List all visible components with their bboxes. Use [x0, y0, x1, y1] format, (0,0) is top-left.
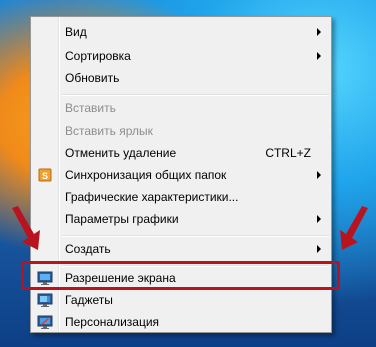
- personalization-icon: [37, 315, 53, 329]
- menu-item-label: Создать: [65, 242, 111, 256]
- submenu-arrow-icon: [317, 171, 321, 179]
- submenu-arrow-icon: [317, 215, 321, 223]
- right-red-arrow-icon: [340, 206, 368, 250]
- menu-item-label: Синхронизация общих папок: [65, 168, 227, 182]
- submenu-arrow-icon: [317, 28, 321, 36]
- menu-item-label: Сортировка: [65, 49, 131, 63]
- menu-item-label: Обновить: [65, 71, 120, 85]
- menu-item-sync-shared-folders[interactable]: S Синхронизация общих папок: [33, 164, 329, 186]
- menu-item-paste[interactable]: Вставить: [33, 97, 329, 119]
- menu-item-personalization[interactable]: Персонализация: [33, 311, 329, 333]
- menu-item-label: Вид: [65, 25, 87, 39]
- menu-separator: [62, 235, 329, 237]
- menu-item-sort[interactable]: Сортировка: [33, 45, 329, 67]
- menu-item-view[interactable]: Вид: [33, 21, 329, 43]
- menu-item-gadgets[interactable]: Гаджеты: [33, 289, 329, 311]
- menu-item-label: Гаджеты: [65, 293, 113, 307]
- menu-item-paste-shortcut[interactable]: Вставить ярлык: [33, 120, 329, 142]
- menu-item-undo-delete[interactable]: Отменить удаление CTRL+Z: [33, 142, 329, 164]
- menu-item-label: Вставить ярлык: [65, 124, 153, 138]
- submenu-arrow-icon: [317, 52, 321, 60]
- menu-item-graphics-options[interactable]: Параметры графики: [33, 208, 329, 230]
- menu-separator: [62, 94, 329, 96]
- menu-item-label: Параметры графики: [65, 212, 179, 226]
- menu-item-label: Отменить удаление: [65, 146, 177, 160]
- menu-item-create[interactable]: Создать: [33, 238, 329, 260]
- svg-text:S: S: [42, 171, 48, 181]
- menu-item-label: Графические характеристики...: [65, 190, 239, 204]
- left-red-arrow-icon: [12, 206, 40, 250]
- menu-item-shortcut: CTRL+Z: [265, 146, 311, 160]
- menu-item-label: Персонализация: [65, 315, 160, 329]
- submenu-arrow-icon: [317, 245, 321, 253]
- menu-item-label: Вставить: [65, 101, 116, 115]
- gadgets-icon: [37, 293, 53, 307]
- sync-icon: S: [38, 168, 52, 182]
- menu-item-graphics-properties[interactable]: Графические характеристики...: [33, 186, 329, 208]
- menu-item-refresh[interactable]: Обновить: [33, 67, 329, 89]
- highlight-frame: [21, 261, 340, 290]
